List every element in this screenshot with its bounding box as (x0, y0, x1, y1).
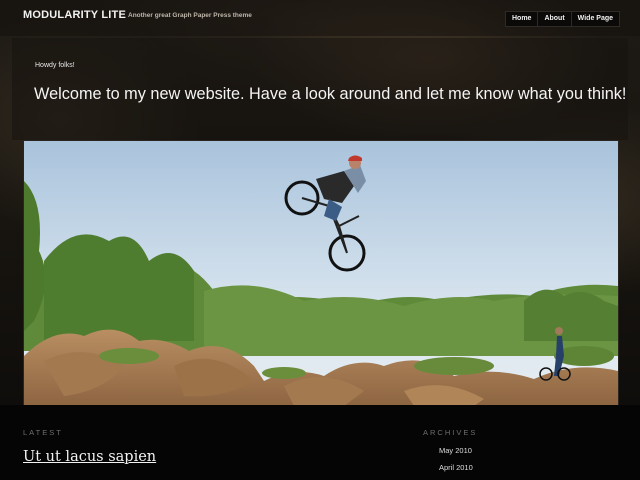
latest-post-title[interactable]: Ut ut lacus sapien (23, 449, 156, 465)
footer-section: LATEST ARCHIVES (0, 405, 640, 480)
nav-home[interactable]: Home (506, 12, 539, 26)
site-title-link[interactable]: MODULARITY LITE (23, 9, 126, 21)
site-tagline: Another great Graph Paper Press theme (128, 12, 252, 19)
latest-heading: LATEST (23, 428, 63, 437)
intro-headline: Welcome to my new website. Have a look a… (34, 85, 627, 103)
archives-heading: ARCHIVES (423, 428, 478, 437)
nav-about[interactable]: About (538, 12, 572, 26)
archive-link-may-2010[interactable]: May 2010 (439, 446, 472, 455)
nav-wide-page[interactable]: Wide Page (572, 12, 619, 26)
bmx-photo (24, 141, 618, 406)
hero-image[interactable] (23, 140, 619, 407)
archive-link-april-2010[interactable]: April 2010 (439, 463, 473, 472)
main-nav: Home About Wide Page (505, 11, 621, 27)
intro-greeting: Howdy folks! (35, 62, 75, 69)
site-header: MODULARITY LITE Another great Graph Pape… (0, 0, 640, 36)
